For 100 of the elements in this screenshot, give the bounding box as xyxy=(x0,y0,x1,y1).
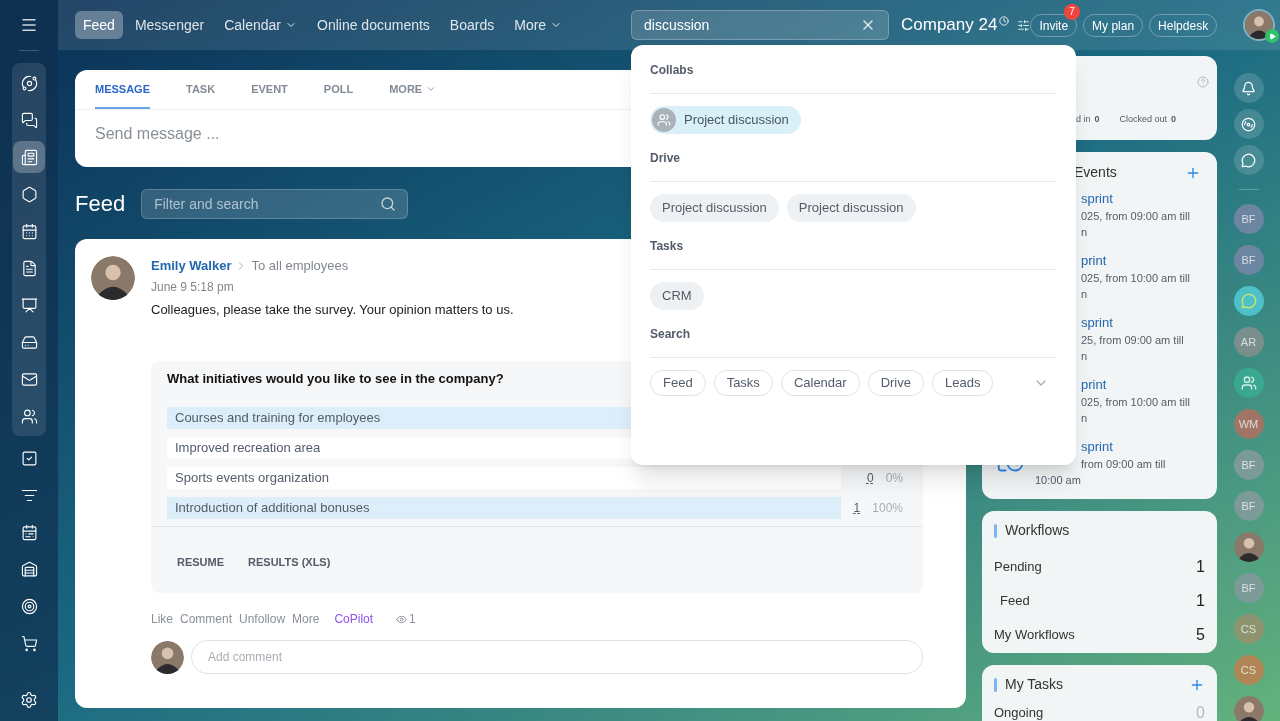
sidebar-icon xyxy=(20,222,38,240)
poll-button[interactable]: RESUME xyxy=(177,553,225,570)
avatar[interactable] xyxy=(91,256,135,300)
clock-icon xyxy=(999,16,1010,26)
poll-question: What initiatives would you like to see in the company? xyxy=(167,370,504,388)
event-time: 025, from 09:00 am till xyxy=(1080,209,1190,223)
stat-label: Clocked out xyxy=(1119,113,1168,126)
event-time: n xyxy=(1080,287,1089,301)
vote-percent: 100% xyxy=(872,499,903,517)
sidebar-icon xyxy=(20,370,38,388)
composer-tab[interactable]: POLL xyxy=(323,80,354,109)
nav-tab[interactable]: Feed xyxy=(75,11,123,39)
result-chip[interactable]: Project discussion xyxy=(650,194,779,222)
swirl-icon xyxy=(1241,116,1256,132)
group-icon xyxy=(1240,375,1257,391)
workflow-label[interactable]: Pending xyxy=(994,557,1042,577)
event-time: 10:00 am xyxy=(1035,473,1082,487)
sidebar-icon xyxy=(20,259,38,277)
stat-value: 0 xyxy=(1094,113,1100,126)
sidebar-icon xyxy=(20,523,38,541)
event-time: from 09:00 am till xyxy=(1080,457,1166,471)
avatar[interactable] xyxy=(1245,11,1274,39)
sidebar-icon xyxy=(20,148,38,166)
chat-icon xyxy=(1241,152,1256,168)
bell-icon xyxy=(1241,80,1256,96)
event-time: 025, from 10:00 am till xyxy=(1080,395,1190,409)
sidebar-item[interactable] xyxy=(13,141,45,173)
settings-icon[interactable] xyxy=(20,691,38,709)
message-field[interactable]: Send message ... xyxy=(95,122,595,146)
poll-option: Introduction of additional bonuses xyxy=(167,496,841,519)
stat-value: 0 xyxy=(1171,113,1177,126)
vote-percent: 0% xyxy=(885,469,903,487)
post-action[interactable]: Unfollow xyxy=(239,610,286,628)
section-title: Drive xyxy=(650,150,682,167)
comment-field[interactable]: Add comment xyxy=(191,640,923,674)
search-icon[interactable] xyxy=(380,195,397,212)
company-name: Company 24 xyxy=(901,14,998,37)
workflow-label[interactable]: My Workflows xyxy=(994,625,1075,645)
workflow-count: 5 xyxy=(1196,625,1205,645)
event-time: 25, from 09:00 am till xyxy=(1080,333,1184,347)
result-chip[interactable]: CRM xyxy=(650,282,704,310)
stat-label: d in xyxy=(1076,113,1091,126)
group-avatar[interactable] xyxy=(1233,368,1264,398)
widget-title: Workflows xyxy=(1005,521,1070,540)
workflow-count: 1 xyxy=(1196,557,1205,577)
recipient: To all employees xyxy=(251,257,349,275)
eye-icon xyxy=(396,613,408,625)
rail-button[interactable] xyxy=(1233,109,1264,139)
chat-avatar[interactable] xyxy=(1233,286,1264,316)
nav-tab[interactable]: Calendar xyxy=(216,11,305,39)
nav-tab[interactable]: More xyxy=(506,11,571,39)
event-time: 025, from 10:00 am till xyxy=(1080,271,1190,285)
rail-button[interactable] xyxy=(1233,73,1264,103)
composer-tab[interactable]: MESSAGE xyxy=(95,80,150,109)
nav-tab[interactable]: Online documents xyxy=(309,11,438,39)
task-count: 0 xyxy=(1196,703,1205,721)
workflow-label[interactable]: Feed xyxy=(1000,591,1030,611)
nav-tab[interactable]: Messenger xyxy=(126,11,213,39)
group-icon xyxy=(652,108,676,132)
section-title: Search xyxy=(650,326,692,343)
nav-tab[interactable]: Boards xyxy=(441,11,503,39)
event-time: n xyxy=(1080,349,1089,363)
sidebar-icon xyxy=(20,407,38,425)
author-link[interactable]: Emily Walker xyxy=(151,256,232,276)
result-chip[interactable]: Project discussion xyxy=(786,194,916,222)
task-label[interactable]: Ongoing xyxy=(994,703,1044,721)
sidebar-icon xyxy=(20,185,38,203)
chat-icon xyxy=(1240,293,1257,309)
vote-count[interactable]: 1 xyxy=(853,498,861,517)
rail-button[interactable] xyxy=(1233,145,1264,175)
section-title: Tasks xyxy=(650,238,685,255)
sidebar-icon xyxy=(20,74,38,92)
post-action[interactable]: Like xyxy=(151,610,173,628)
post-text: Colleagues, please take the survey. Your opinion matters to us. xyxy=(151,300,514,319)
avatar[interactable] xyxy=(1233,696,1264,721)
sidebar-icon xyxy=(20,597,38,615)
sidebar-icon xyxy=(20,333,38,351)
post-date: June 9 5:18 pm xyxy=(151,278,234,296)
composer-tab[interactable]: EVENT xyxy=(251,80,288,109)
composer-tab[interactable]: MORE xyxy=(389,80,437,109)
section-title: Collabs xyxy=(650,62,695,79)
event-time: n xyxy=(1080,225,1089,239)
sidebar-icon xyxy=(20,296,38,314)
composer-tab[interactable]: TASK xyxy=(186,80,216,109)
vote-count[interactable]: 0 xyxy=(866,468,874,487)
avatar[interactable] xyxy=(151,640,184,674)
menu-icon[interactable] xyxy=(20,16,38,34)
search-field[interactable]: discussion xyxy=(631,10,889,40)
post-action[interactable]: CoPilot xyxy=(334,610,374,628)
collab-chip[interactable]: Project discussion xyxy=(650,106,801,134)
sidebar-icon xyxy=(20,111,38,129)
post-action[interactable]: Comment xyxy=(180,610,233,628)
sidebar-icon xyxy=(20,449,38,467)
sidebar-icon xyxy=(20,634,38,652)
post-action[interactable]: More xyxy=(292,610,320,628)
avatar[interactable] xyxy=(1233,532,1264,562)
user-avatar[interactable]: WM xyxy=(1233,409,1264,439)
sidebar-icon xyxy=(20,560,38,578)
poll-button[interactable]: RESULTS (XLS) xyxy=(248,553,331,570)
event-time: n xyxy=(1080,411,1089,425)
